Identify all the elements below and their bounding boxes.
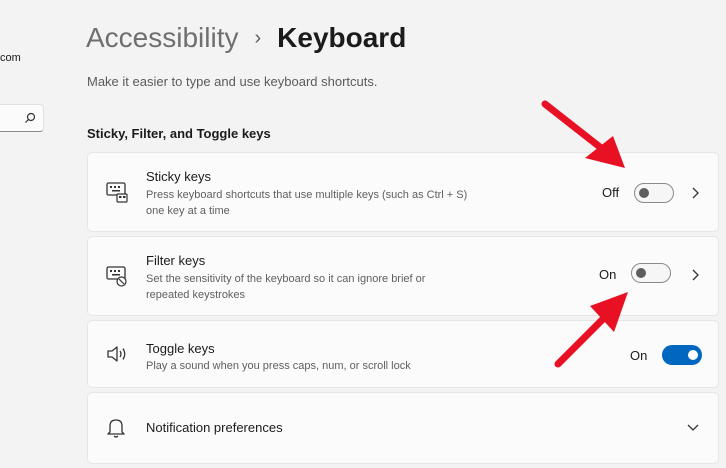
- notification-preferences-card[interactable]: Notification preferences: [87, 392, 719, 464]
- breadcrumb: Accessibility › Keyboard: [86, 18, 406, 58]
- filter-keys-state: On: [599, 267, 617, 282]
- search-input[interactable]: [0, 104, 44, 132]
- sidebar-partial-text: com: [0, 52, 21, 64]
- toggle-keys-toggle[interactable]: [662, 345, 702, 365]
- breadcrumb-accessibility[interactable]: Accessibility: [86, 22, 238, 54]
- chevron-right-icon[interactable]: [690, 187, 700, 199]
- section-title: Sticky, Filter, and Toggle keys: [87, 126, 271, 141]
- sticky-keys-icon: [106, 182, 128, 203]
- filter-keys-desc-line2: repeated keystrokes: [146, 289, 246, 301]
- page-title: Keyboard: [277, 22, 407, 53]
- toggle-keys-card[interactable]: Toggle keys Play a sound when you press …: [87, 320, 719, 388]
- sticky-keys-title: Sticky keys: [146, 169, 212, 184]
- toggle-keys-state: On: [630, 348, 648, 363]
- sticky-keys-state: Off: [602, 185, 620, 200]
- sticky-keys-desc-line2: one key at a time: [146, 205, 230, 217]
- filter-keys-description: Set the sensitivity of the keyboard so i…: [146, 271, 516, 303]
- filter-keys-card[interactable]: Filter keys Set the sensitivity of the k…: [87, 236, 719, 316]
- sticky-keys-desc-line1: Press keyboard shortcuts that use multip…: [146, 189, 468, 201]
- chevron-down-icon[interactable]: [686, 423, 700, 433]
- bell-icon: [107, 419, 125, 438]
- filter-keys-toggle[interactable]: [631, 263, 671, 283]
- filter-keys-icon: [106, 266, 127, 287]
- notification-preferences-title: Notification preferences: [146, 420, 283, 435]
- sticky-keys-description: Press keyboard shortcuts that use multip…: [146, 187, 516, 219]
- sticky-keys-toggle[interactable]: [634, 183, 674, 203]
- filter-keys-title: Filter keys: [146, 253, 206, 268]
- sticky-keys-card[interactable]: Sticky keys Press keyboard shortcuts tha…: [87, 152, 719, 232]
- page-description: Make it easier to type and use keyboard …: [87, 74, 378, 89]
- chevron-right-icon[interactable]: [690, 269, 700, 281]
- toggle-keys-title: Toggle keys: [146, 341, 215, 356]
- search-icon: [25, 112, 36, 123]
- toggle-keys-description: Play a sound when you press caps, num, o…: [146, 360, 411, 372]
- breadcrumb-separator: ›: [254, 26, 262, 49]
- filter-keys-desc-line1: Set the sensitivity of the keyboard so i…: [146, 273, 426, 285]
- speaker-icon: [107, 346, 126, 362]
